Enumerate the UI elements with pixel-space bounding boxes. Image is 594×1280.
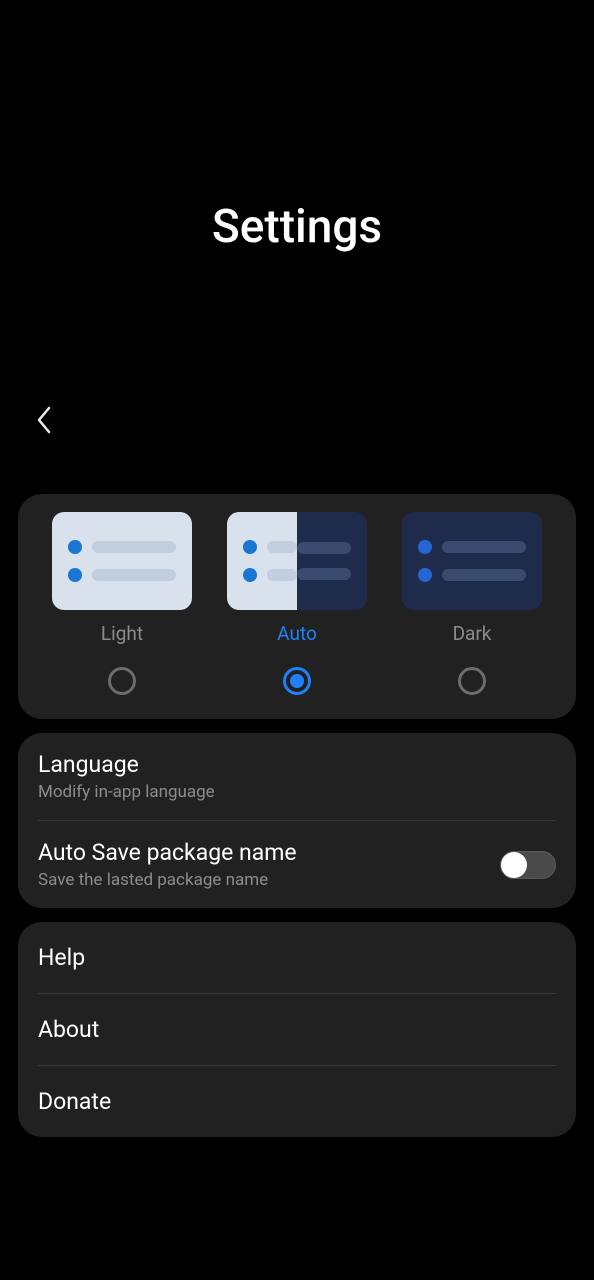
settings-card-2: Help About Donate [18,922,576,1137]
theme-preview-auto [227,512,367,610]
language-subtitle: Modify in-app language [38,782,556,802]
about-item[interactable]: About [18,994,576,1065]
donate-item[interactable]: Donate [18,1066,576,1137]
radio-dark[interactable] [458,667,486,695]
theme-preview-dark [402,512,542,610]
language-title: Language [38,751,556,778]
settings-card-1: Language Modify in-app language Auto Sav… [18,733,576,908]
help-item[interactable]: Help [18,922,576,993]
back-button[interactable] [28,404,60,436]
autosave-title: Auto Save package name [38,839,500,866]
autosave-toggle[interactable] [500,851,556,879]
theme-label-dark: Dark [453,622,492,645]
theme-card: Light Auto [18,494,576,719]
theme-option-light[interactable]: Light [52,512,192,695]
radio-light[interactable] [108,667,136,695]
autosave-item[interactable]: Auto Save package name Save the lasted p… [18,821,576,908]
radio-auto[interactable] [283,667,311,695]
theme-option-dark[interactable]: Dark [402,512,542,695]
theme-label-auto: Auto [277,622,317,645]
donate-title: Donate [38,1088,556,1115]
theme-preview-light [52,512,192,610]
toggle-knob [501,852,527,878]
theme-label-light: Light [101,622,143,645]
page-title: Settings [0,200,594,254]
chevron-left-icon [34,404,54,436]
autosave-subtitle: Save the lasted package name [38,870,500,890]
about-title: About [38,1016,556,1043]
help-title: Help [38,944,556,971]
language-item[interactable]: Language Modify in-app language [18,733,576,820]
theme-option-auto[interactable]: Auto [227,512,367,695]
